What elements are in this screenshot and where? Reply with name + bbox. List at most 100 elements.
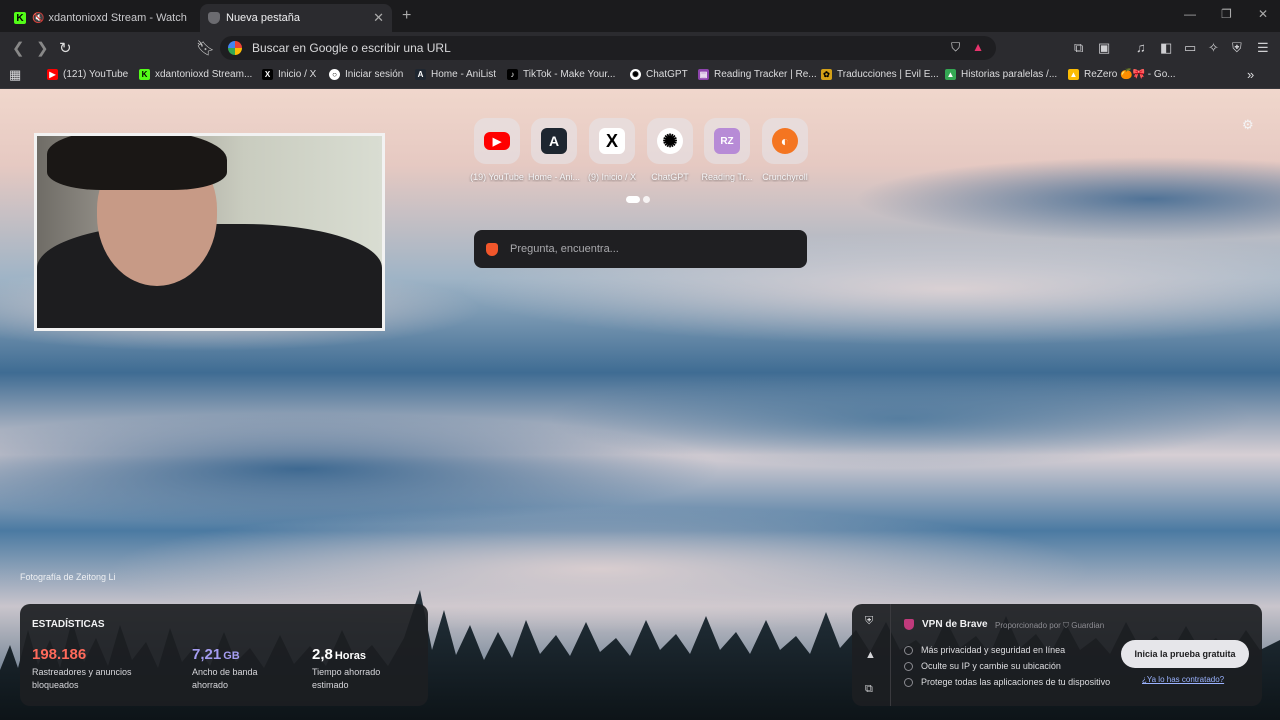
search-input[interactable] (508, 242, 782, 256)
stat-time: 2,8 Horas Tiempo ahorrado estimado (312, 646, 392, 692)
vpn-feature-text: Oculte su IP y cambie su ubicación (921, 661, 1061, 671)
bookmark-rezero[interactable]: ▲ ReZero 🍊🎀 - Go... (1068, 69, 1176, 80)
brave-rewards-icon[interactable]: ▲ (972, 40, 984, 55)
check-circle-icon (904, 677, 913, 687)
bookmark-label: Reading Tracker | Re... (714, 69, 817, 80)
bookmark-label: Inicio / X (278, 69, 317, 80)
vpn-powered-by: Proporcionado por ⛉ Guardian (995, 621, 1105, 630)
anilist-icon: A (415, 69, 426, 80)
bookmark-tiktok[interactable]: ♪ TikTok - Make Your... (507, 69, 615, 80)
photo-credit[interactable]: Fotografía de Zeitong Li (20, 572, 116, 582)
widget-switcher: ⛨ ▲ ⧉ (852, 604, 891, 706)
brave-shield-icon (208, 12, 220, 24)
sidebar-icon[interactable]: ◧ (1160, 40, 1172, 56)
bookmark-reading-tracker[interactable]: ▤ Reading Tracker | Re... (698, 69, 817, 80)
bookmark-chatgpt[interactable]: ✺ ChatGPT (630, 69, 688, 80)
more-bookmarks-icon[interactable]: » (1247, 67, 1254, 82)
speed-dial-anilist[interactable]: A (531, 118, 577, 164)
reload-icon[interactable]: ↻ (59, 39, 72, 57)
chatgpt-icon: ✺ (630, 69, 641, 80)
google-drive-icon: ▲ (945, 69, 956, 80)
bookmark-kick[interactable]: Kxdantonioxd Stream... (139, 69, 252, 80)
traducciones-icon: ✿ (821, 69, 832, 80)
stat-bandwidth: 7,21 GB Ancho de banda ahorrado (192, 646, 272, 692)
apps-grid-icon[interactable]: ▦ (9, 67, 21, 83)
close-tab-icon[interactable]: ✕ (373, 10, 384, 26)
x-icon: X (262, 69, 273, 80)
bookmark-label: (121) YouTube (63, 69, 129, 80)
bookmark-label: xdantonioxd Stream... (155, 69, 253, 80)
reading-tracker-icon: ▤ (698, 69, 709, 80)
kick-icon: K (139, 69, 150, 80)
brave-shields-icon[interactable]: ⛉ (951, 40, 960, 55)
forward-icon[interactable]: ❯ (36, 39, 49, 57)
rewards-triangle-icon[interactable]: ▲ (865, 649, 876, 661)
new-tab-button[interactable]: + (402, 7, 411, 25)
page-dot[interactable] (643, 196, 650, 203)
chatgpt-icon: ✺ (657, 128, 683, 154)
vpn-feature-text: Más privacidad y seguridad en línea (921, 645, 1066, 655)
minimize-icon[interactable]: — (1184, 7, 1196, 21)
address-bar[interactable]: Buscar en Google o escribir una URL ⛉ ▲ (220, 36, 996, 60)
tab-search-icon[interactable]: ▣ (1098, 40, 1110, 56)
leo-ai-icon[interactable]: ✧ (1208, 40, 1219, 56)
stat-time-unit: Horas (334, 650, 367, 662)
tab-new-tab[interactable]: Nueva pestaña ✕ (200, 4, 392, 32)
list-item: Protege todas las aplicaciones de tu dis… (904, 674, 1110, 690)
stat-bandwidth-desc: Ancho de banda ahorrado (192, 667, 258, 690)
bookmark-label: TikTok - Make Your... (523, 69, 616, 80)
list-item: Más privacidad y seguridad en línea (904, 642, 1110, 658)
google-icon (228, 41, 242, 55)
menu-icon[interactable]: ☰ (1257, 40, 1269, 56)
vpn-title-text: VPN de Brave (922, 619, 988, 630)
page-dot-active[interactable] (626, 196, 640, 203)
stats-header: ESTADÍSTICAS (32, 619, 105, 630)
already-purchased-link[interactable]: ¿Ya lo has contratado? (1142, 675, 1224, 684)
maximize-icon[interactable]: ❐ (1221, 7, 1232, 21)
login-icon: ○ (329, 69, 340, 80)
talk-camera-icon[interactable]: ⧉ (865, 683, 873, 696)
extensions-icon[interactable]: ⧉ (1074, 40, 1083, 56)
close-window-icon[interactable]: ✕ (1258, 7, 1268, 21)
search-box[interactable] (474, 230, 807, 268)
bookmark-anilist[interactable]: A Home - AniList (415, 69, 496, 80)
customize-settings-icon[interactable]: ⚙ (1242, 117, 1254, 133)
speed-dial-reading-tracker[interactable]: RZ (704, 118, 750, 164)
speed-dial-x[interactable]: X (589, 118, 635, 164)
vpn-title: VPN de Brave (904, 619, 988, 630)
toolbar: ❮ ❯ ↻ 🔖︎ Buscar en Google o escribir una… (0, 32, 1280, 64)
bookmarks-bar: ▦ ▶ (121) YouTube Kxdantonioxd Stream... … (0, 64, 1280, 89)
vpn-icon[interactable]: ⛨ (1232, 40, 1242, 56)
bookmark-traducciones[interactable]: ✿ Traducciones | Evil E... (821, 69, 939, 80)
bookmark-label: Iniciar sesión (345, 69, 404, 80)
vpn-shield-icon[interactable]: ⛨ (865, 615, 873, 628)
speed-dial-crunchyroll[interactable]: ◐ (762, 118, 808, 164)
check-circle-icon (904, 645, 913, 655)
speed-dial-youtube[interactable]: ▶ (474, 118, 520, 164)
bookmark-page-icon[interactable]: 🔖︎ (196, 39, 215, 57)
kick-icon: K (14, 12, 26, 24)
stat-trackers: 198.186 Rastreadores y anuncios bloquead… (32, 646, 142, 692)
stat-time-desc: Tiempo ahorrado estimado (312, 667, 381, 690)
vpn-feature-text: Protege todas las aplicaciones de tu dis… (921, 677, 1111, 687)
bookmark-historias[interactable]: ▲ Historias paralelas /... (945, 69, 1057, 80)
media-icon[interactable]: ♫ (1136, 40, 1146, 55)
mute-icon[interactable]: 🔇 (32, 13, 44, 24)
start-free-trial-button[interactable]: Inicia la prueba gratuita (1121, 640, 1249, 668)
speed-dial-chatgpt[interactable]: ✺ (647, 118, 693, 164)
vpn-logo-icon (904, 619, 914, 630)
anilist-icon: A (541, 128, 567, 154)
bookmark-youtube[interactable]: ▶ (121) YouTube (47, 69, 128, 80)
bookmark-x[interactable]: X Inicio / X (262, 69, 316, 80)
speed-dial-pagination (626, 196, 650, 203)
stat-bandwidth-unit: GB (223, 650, 240, 662)
back-icon[interactable]: ❮ (12, 39, 25, 57)
wallet-icon[interactable]: ▭ (1184, 40, 1196, 56)
bookmark-iniciar-sesion[interactable]: ○ Iniciar sesión (329, 69, 403, 80)
vpn-widget: ⛨ ▲ ⧉ VPN de Brave Proporcionado por ⛉ G… (852, 604, 1262, 706)
youtube-icon: ▶ (47, 69, 58, 80)
stat-bandwidth-value: 7,21 (192, 646, 222, 663)
crunchyroll-icon: ◐ (772, 128, 798, 154)
tab-kick-stream[interactable]: K 🔇 xdantonioxd Stream - Watch Live (6, 4, 198, 32)
list-item: Oculte su IP y cambie su ubicación (904, 658, 1110, 674)
